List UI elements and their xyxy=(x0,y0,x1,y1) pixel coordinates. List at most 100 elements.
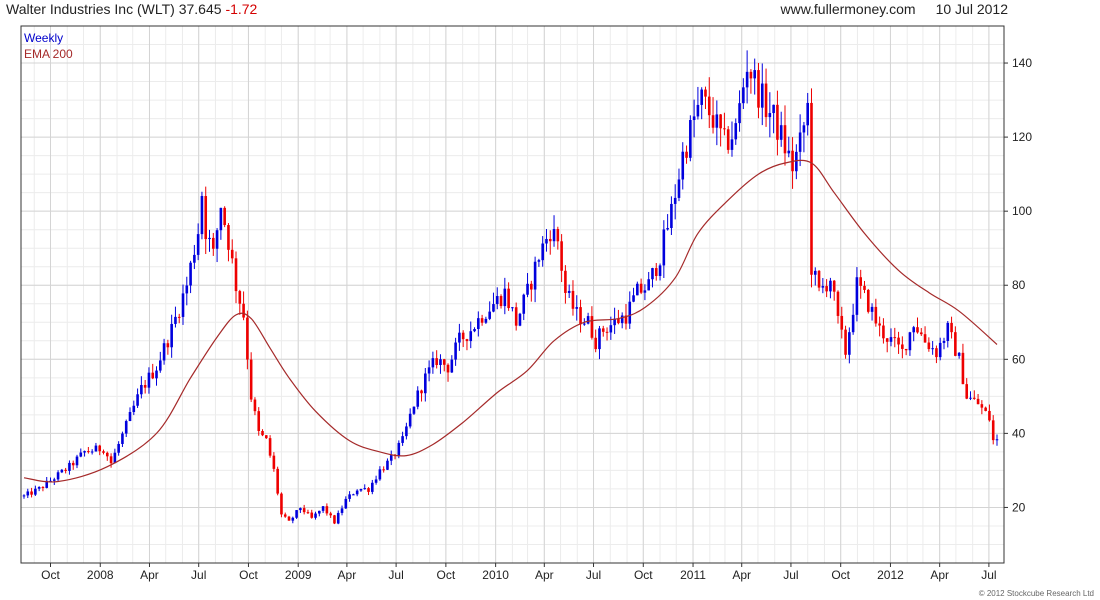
candle-body xyxy=(98,445,102,452)
candle-body xyxy=(177,316,181,318)
candle-body xyxy=(359,488,363,491)
candle-body xyxy=(829,280,832,292)
candle-body xyxy=(416,390,420,407)
candle-body xyxy=(246,317,249,360)
candle-body xyxy=(283,514,287,517)
candle-body xyxy=(318,510,321,514)
candle-body xyxy=(885,338,889,342)
candle-body xyxy=(272,455,276,469)
candle-body xyxy=(408,413,412,427)
candle-body xyxy=(302,508,306,513)
candle-body xyxy=(991,420,995,441)
candle-body xyxy=(685,151,688,158)
candle-body xyxy=(257,411,261,432)
candle-body xyxy=(325,506,329,514)
candle-body xyxy=(969,397,972,399)
candle-body xyxy=(620,315,624,324)
candle-body xyxy=(336,512,340,524)
candle-body xyxy=(151,372,155,379)
candle-body xyxy=(795,151,798,172)
candle-body xyxy=(196,234,200,255)
candle-body xyxy=(817,270,821,288)
candle-body xyxy=(696,104,700,117)
candle-body xyxy=(461,332,465,340)
y-tick-label: 60 xyxy=(1012,352,1026,366)
candle-body xyxy=(420,390,423,394)
candle-body xyxy=(306,512,310,514)
candle-body xyxy=(340,508,344,513)
candle-body xyxy=(810,102,813,275)
candle-body xyxy=(844,329,847,355)
candle-body xyxy=(878,323,881,326)
candle-body xyxy=(689,120,692,158)
candle-body xyxy=(768,113,772,118)
candle-body xyxy=(488,311,491,319)
x-axis: Oct 2008 Apr Jul Oct 2009 Apr Jul Oct 2010 Apr Jul O… xyxy=(41,563,997,582)
candle-body xyxy=(242,303,245,318)
candle-body xyxy=(34,488,37,495)
x-tick-label: Jul xyxy=(191,568,206,582)
candle-body xyxy=(261,431,264,436)
candle-body xyxy=(742,87,745,104)
candle-body xyxy=(882,325,885,339)
x-tick-label: Apr xyxy=(338,568,357,582)
candle-body xyxy=(734,123,738,140)
candle-body xyxy=(571,290,575,309)
y-tick-label: 100 xyxy=(1012,204,1032,218)
candle-body xyxy=(904,348,908,351)
candle-body xyxy=(344,498,348,509)
candle-body xyxy=(355,490,359,495)
candle-body xyxy=(371,482,374,492)
candle-body xyxy=(821,286,825,288)
candle-body xyxy=(140,384,143,395)
candle-body xyxy=(124,421,128,434)
candle-body xyxy=(333,515,336,524)
candle-body xyxy=(760,83,764,108)
candle-body xyxy=(802,125,806,133)
candle-body xyxy=(314,513,317,518)
y-tick-label: 140 xyxy=(1012,56,1032,70)
candle-body xyxy=(609,325,613,333)
x-tick-label: Oct xyxy=(41,568,60,582)
candle-body xyxy=(738,103,741,124)
candle-body xyxy=(79,452,83,457)
candle-body xyxy=(832,280,836,292)
candle-body xyxy=(507,288,510,309)
x-tick-label: Oct xyxy=(634,568,653,582)
candle-body xyxy=(405,426,408,437)
candle-body xyxy=(102,451,105,453)
candle-body xyxy=(299,508,302,511)
candle-body xyxy=(870,306,874,312)
candle-body xyxy=(208,237,211,240)
candle-body xyxy=(984,407,987,411)
candle-body xyxy=(901,344,904,349)
candle-body xyxy=(874,306,878,324)
x-tick-label: Jul xyxy=(388,568,403,582)
candle-body xyxy=(757,70,760,108)
candle-body xyxy=(601,328,605,332)
candle-body xyxy=(942,340,946,343)
candle-body xyxy=(170,323,173,348)
candle-body xyxy=(586,316,590,324)
candle-body xyxy=(158,360,162,371)
x-tick-label: Apr xyxy=(732,568,751,582)
candle-body xyxy=(605,331,609,333)
candle-body xyxy=(976,398,980,405)
candle-body xyxy=(946,322,950,341)
candle-body xyxy=(215,230,219,249)
candle-body xyxy=(825,286,828,292)
candle-body xyxy=(707,96,711,116)
candle-body xyxy=(776,104,779,140)
x-tick-label: Apr xyxy=(140,568,159,582)
candle-body xyxy=(166,343,170,348)
candle-body xyxy=(772,104,775,114)
candle-body xyxy=(287,516,291,521)
candle-body xyxy=(537,260,541,262)
candle-body xyxy=(469,331,473,342)
candle-body xyxy=(995,439,999,441)
candle-body xyxy=(352,494,355,496)
candle-body xyxy=(787,150,791,154)
candle-body xyxy=(109,456,113,464)
candle-body xyxy=(147,372,151,388)
candle-body xyxy=(783,125,787,154)
